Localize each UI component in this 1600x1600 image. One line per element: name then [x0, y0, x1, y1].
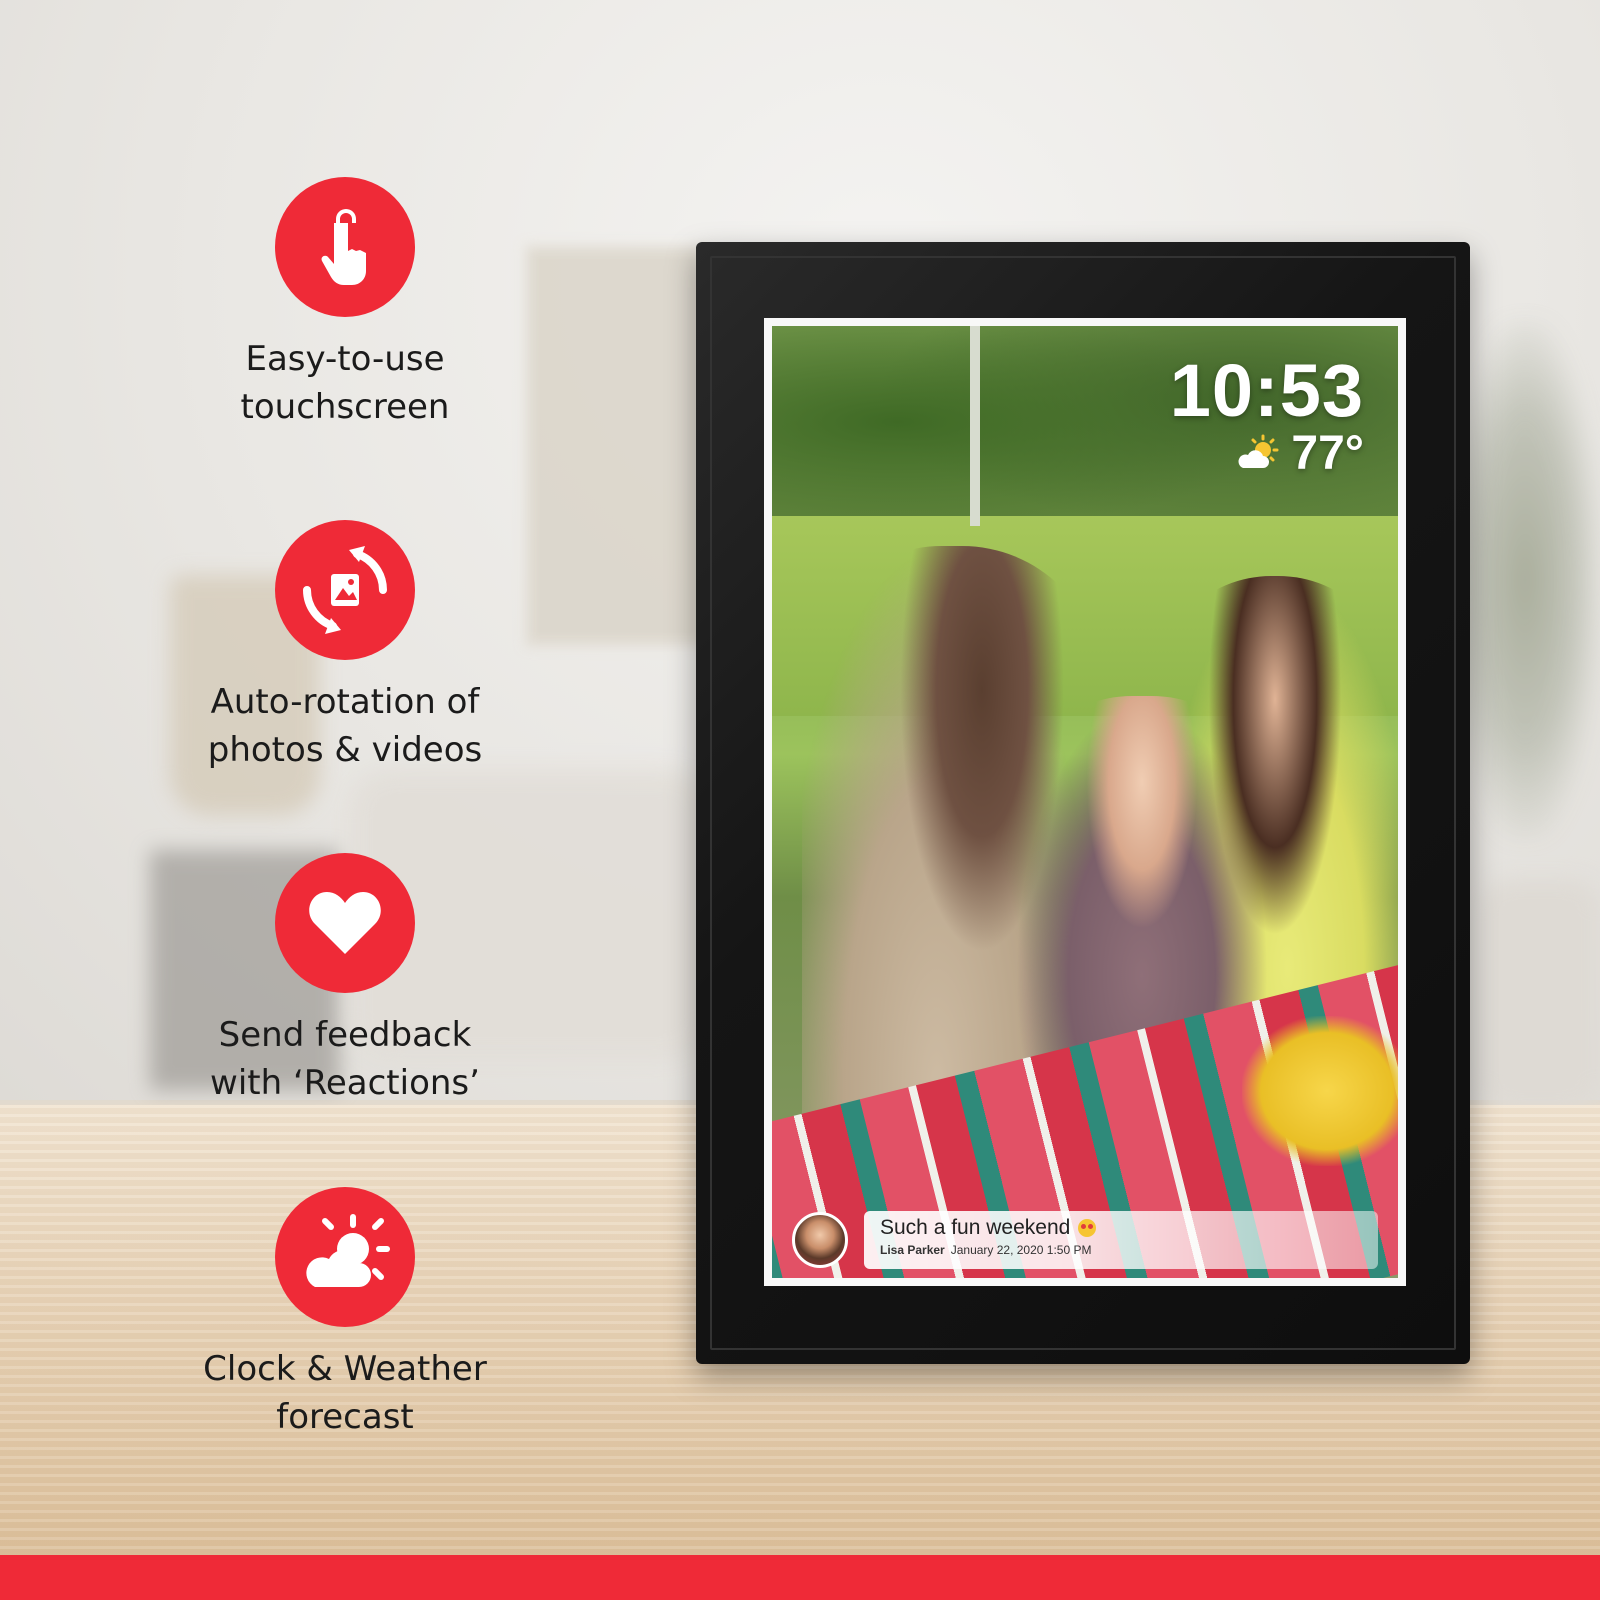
background-plant — [1450, 320, 1600, 840]
feature-auto-rotation: Auto-rotation of photos & videos — [165, 520, 525, 774]
clock-time: 10:53 — [1169, 349, 1364, 432]
photo-pole — [970, 326, 980, 526]
caption-timestamp: January 22, 2020 1:50 PM — [950, 1243, 1092, 1257]
background-chair — [1480, 880, 1600, 1110]
touch-icon — [275, 177, 415, 317]
feature-clock-weather: Clock & Weather forecast — [165, 1187, 525, 1441]
caption-text: Such a fun weekend — [880, 1215, 1362, 1241]
feature-reactions: Send feedback with ‘Reactions’ — [165, 853, 525, 1107]
avatar[interactable] — [792, 1212, 848, 1268]
caption-author: Lisa Parker — [880, 1243, 945, 1257]
bottom-accent-bar — [0, 1555, 1600, 1600]
rotate-photo-icon — [275, 520, 415, 660]
feature-label: Auto-rotation of photos & videos — [207, 682, 483, 770]
feature-label: Easy-to-use touchscreen — [240, 339, 450, 427]
feature-label: Clock & Weather forecast — [203, 1349, 487, 1437]
frame-mat: 10:53 77° Such a fun weekend Lisa Parker… — [764, 318, 1406, 1286]
caption-meta: Lisa Parker January 22, 2020 1:50 PM — [880, 1243, 1362, 1257]
sun-cloud-icon — [275, 1187, 415, 1327]
feature-label: Send feedback with ‘Reactions’ — [210, 1015, 480, 1103]
temperature: 77° — [1291, 427, 1364, 480]
frame-screen[interactable]: 10:53 77° Such a fun weekend Lisa Parker… — [772, 326, 1398, 1278]
caption-box: Such a fun weekend Lisa Parker January 22… — [864, 1211, 1378, 1269]
photo-caption[interactable]: Such a fun weekend Lisa Parker January 22… — [792, 1208, 1378, 1272]
heart-eyes-emoji-icon — [1078, 1219, 1097, 1238]
partly-sunny-icon — [1238, 434, 1279, 468]
background-wall-art — [525, 245, 707, 647]
feature-touchscreen: Easy-to-use touchscreen — [165, 177, 525, 431]
photo-bananas — [1242, 1016, 1398, 1166]
heart-icon — [275, 853, 415, 993]
weather-widget: 77° — [1237, 426, 1364, 481]
digital-photo-frame: 10:53 77° Such a fun weekend Lisa Parker… — [696, 242, 1470, 1364]
